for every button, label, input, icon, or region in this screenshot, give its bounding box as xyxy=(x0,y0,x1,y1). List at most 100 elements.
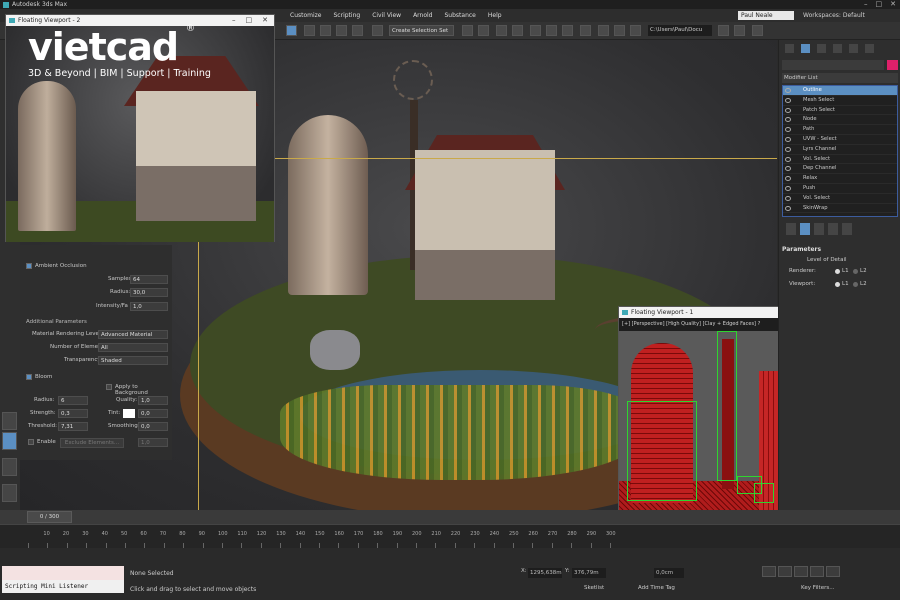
modifier-item[interactable]: Push xyxy=(783,184,897,194)
material-level-dropdown[interactable]: Advanced Material xyxy=(98,330,168,339)
minimize-icon[interactable]: – xyxy=(232,15,236,26)
exclude-value-field[interactable]: 1,0 xyxy=(138,438,168,447)
object-name-field[interactable] xyxy=(782,60,884,70)
layer-manager-button[interactable] xyxy=(496,25,507,36)
remove-modifier-button[interactable] xyxy=(828,223,838,235)
strip-button-2[interactable] xyxy=(2,432,17,450)
modifier-item[interactable]: Path xyxy=(783,125,897,135)
select-object-button[interactable] xyxy=(286,25,297,36)
eye-icon[interactable] xyxy=(785,107,791,113)
eye-icon[interactable] xyxy=(785,146,791,152)
schematic-view-button[interactable] xyxy=(546,25,557,36)
tint-swatch[interactable] xyxy=(123,409,135,418)
ambient-occlusion-checkbox[interactable] xyxy=(26,263,32,269)
menu-scripting[interactable]: Scripting xyxy=(334,12,361,19)
menu-customize[interactable]: Customize xyxy=(290,12,322,19)
maximize-icon[interactable]: □ xyxy=(876,0,883,8)
quality-field[interactable]: 1,0 xyxy=(138,396,168,405)
user-account-dropdown[interactable]: Paul Neale xyxy=(738,11,794,20)
select-move-button[interactable] xyxy=(336,25,347,36)
modifier-item[interactable]: Dep Channel xyxy=(783,164,897,175)
configure-sets-button[interactable] xyxy=(842,223,852,235)
eye-icon[interactable] xyxy=(785,117,791,123)
display-tab[interactable] xyxy=(849,44,858,53)
select-by-name-button[interactable] xyxy=(304,25,315,36)
eye-icon[interactable] xyxy=(785,185,791,191)
viewport-label-menu[interactable]: [+] [Perspective] [High Quality] [Clay +… xyxy=(622,321,760,327)
go-to-start-button[interactable] xyxy=(762,566,776,577)
intensity-field[interactable]: 1,0 xyxy=(130,302,168,311)
open-folder-button[interactable] xyxy=(718,25,729,36)
close-icon[interactable]: ✕ xyxy=(890,0,896,8)
radius-field[interactable]: 30,0 xyxy=(130,288,168,297)
z-coordinate-field[interactable]: 0,0cm xyxy=(654,568,684,578)
bloom-radius-field[interactable]: 6 xyxy=(58,396,88,405)
threshold-field[interactable]: 7,31 xyxy=(58,422,88,431)
time-slider-track[interactable]: 0 / 300 xyxy=(0,510,900,524)
sketchlist-label[interactable]: Sketlist xyxy=(584,585,604,591)
render-setup-button[interactable] xyxy=(580,25,591,36)
next-frame-button[interactable] xyxy=(810,566,824,577)
play-button[interactable] xyxy=(794,566,808,577)
tint-field[interactable]: 0,0 xyxy=(138,409,168,418)
hierarchy-tab[interactable] xyxy=(817,44,826,53)
eye-icon[interactable] xyxy=(785,205,791,211)
maxscript-mini-listener[interactable]: Scripting Mini Listener xyxy=(2,580,124,593)
strip-button-3[interactable] xyxy=(2,458,17,476)
material-editor-button[interactable] xyxy=(562,25,573,36)
render-button[interactable] xyxy=(614,25,625,36)
menu-help[interactable]: Help xyxy=(488,12,502,19)
eye-icon[interactable] xyxy=(785,176,791,182)
render-frame-button[interactable] xyxy=(598,25,609,36)
go-to-end-button[interactable] xyxy=(826,566,840,577)
menu-civil-view[interactable]: Civil View xyxy=(372,12,401,19)
eye-icon[interactable] xyxy=(785,166,791,172)
x-coordinate-field[interactable]: 1295,638m xyxy=(528,568,562,578)
modifier-item[interactable]: Relax xyxy=(783,174,897,184)
show-end-result-button[interactable] xyxy=(800,223,810,235)
create-tab[interactable] xyxy=(785,44,794,53)
strength-field[interactable]: 0,3 xyxy=(58,409,88,418)
modifier-item[interactable]: UVW - Select xyxy=(783,135,897,145)
strip-button-4[interactable] xyxy=(2,484,17,502)
mirror-button[interactable] xyxy=(462,25,473,36)
curve-editor-button[interactable] xyxy=(530,25,541,36)
eye-icon[interactable] xyxy=(785,195,791,201)
settings-button[interactable] xyxy=(752,25,763,36)
samples-field[interactable]: 64 xyxy=(130,275,168,284)
modifier-item[interactable]: Vol. Select xyxy=(783,194,897,204)
transparency-dropdown[interactable]: Shaded xyxy=(98,356,168,365)
select-region-button[interactable] xyxy=(320,25,331,36)
eye-icon[interactable] xyxy=(785,156,791,162)
smoothing-field[interactable]: 0,0 xyxy=(138,422,168,431)
bloom-checkbox[interactable] xyxy=(26,374,32,380)
eye-icon[interactable] xyxy=(785,127,791,133)
modify-tab[interactable] xyxy=(801,44,810,53)
viewport-l2-radio[interactable] xyxy=(853,282,858,287)
minimize-icon[interactable]: – xyxy=(864,0,868,8)
modifier-item[interactable]: Node xyxy=(783,115,897,126)
eye-icon[interactable] xyxy=(785,136,791,142)
selection-set-dropdown[interactable]: Create Selection Set xyxy=(389,25,454,36)
align-button[interactable] xyxy=(478,25,489,36)
previous-frame-button[interactable] xyxy=(778,566,792,577)
project-folder-button[interactable] xyxy=(734,25,745,36)
utilities-tab[interactable] xyxy=(865,44,874,53)
object-color-swatch[interactable] xyxy=(887,60,898,70)
key-filters-button[interactable]: Key Filters... xyxy=(801,585,834,591)
menu-substance[interactable]: Substance xyxy=(445,12,476,19)
maxscript-listener-output[interactable] xyxy=(2,566,124,580)
pin-stack-button[interactable] xyxy=(786,223,796,235)
viewport-l1-radio[interactable] xyxy=(835,282,840,287)
modifier-item[interactable]: Vol. Select xyxy=(783,155,897,165)
modifier-item[interactable]: Mesh Select xyxy=(783,96,897,106)
renderer-l1-radio[interactable] xyxy=(835,269,840,274)
strip-button-1[interactable] xyxy=(2,412,17,430)
renderer-l2-radio[interactable] xyxy=(853,269,858,274)
make-unique-button[interactable] xyxy=(814,223,824,235)
modifier-list-dropdown[interactable]: Modifier List xyxy=(782,73,898,83)
menu-arnold[interactable]: Arnold xyxy=(413,12,432,19)
apply-background-checkbox[interactable] xyxy=(106,384,112,390)
arnold-render-button[interactable] xyxy=(630,25,641,36)
eye-icon[interactable] xyxy=(785,97,791,103)
